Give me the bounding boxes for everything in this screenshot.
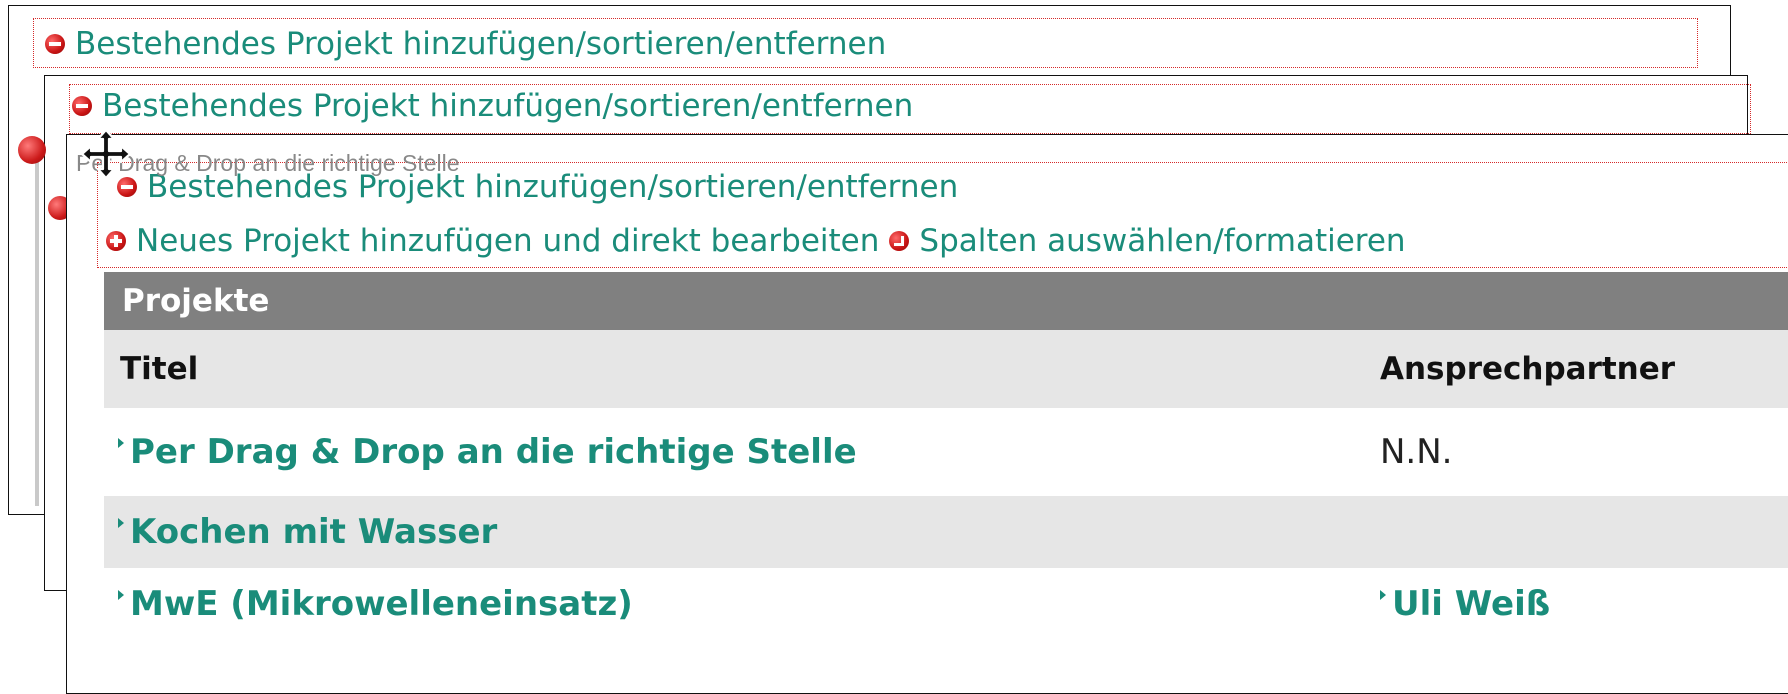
- minus-circle-icon: [45, 34, 65, 54]
- column-header-title[interactable]: Titel: [120, 330, 198, 408]
- row-contact-cell: N.N.: [1380, 408, 1452, 496]
- project-title-link[interactable]: Per Drag & Drop an die richtige Stelle: [130, 432, 857, 472]
- contact-text: N.N.: [1380, 432, 1453, 472]
- contact-link[interactable]: Uli Weiß: [1392, 584, 1550, 624]
- panel-title: Projekte: [104, 272, 1788, 330]
- row-title-cell: MwE (Mikrowelleneinsatz): [118, 568, 633, 640]
- row-title-cell: Kochen mit Wasser: [118, 496, 497, 568]
- row-contact-cell: Uli Weiß: [1380, 568, 1550, 640]
- link-triangle-icon: [1380, 590, 1386, 600]
- add-existing-project-label-back: Bestehendes Projekt hinzufügen/sortieren…: [75, 26, 887, 62]
- table-row: Per Drag & Drop an die richtige Stelle N…: [104, 408, 1788, 496]
- table-header: Titel Ansprechpartner: [104, 330, 1788, 408]
- plus-circle-icon: [106, 231, 126, 251]
- row-title-cell: Per Drag & Drop an die richtige Stelle: [118, 408, 857, 496]
- project-toolbar: Neues Projekt hinzufügen und direkt bear…: [106, 223, 1406, 259]
- move-cursor-icon: [80, 128, 132, 180]
- project-title-link[interactable]: MwE (Mikrowelleneinsatz): [130, 584, 633, 624]
- column-header-contact[interactable]: Ansprechpartner: [1380, 330, 1675, 408]
- minus-circle-icon: [72, 96, 92, 116]
- drag-ghost-label: Per Drag & Drop an die richtige Stelle: [76, 150, 460, 176]
- table-row: Kochen mit Wasser: [104, 496, 1788, 568]
- add-existing-project-label-middle: Bestehendes Projekt hinzufügen/sortieren…: [102, 88, 914, 124]
- link-triangle-icon: [118, 518, 124, 528]
- link-triangle-icon: [118, 590, 124, 600]
- select-columns-link[interactable]: Spalten auswählen/formatieren: [919, 223, 1405, 259]
- table-row: MwE (Mikrowelleneinsatz) Uli Weiß: [104, 568, 1788, 640]
- bullet-icon: [18, 136, 46, 164]
- minus-circle-icon: [117, 177, 137, 197]
- side-strip-back: [35, 146, 39, 506]
- add-existing-project-link-back[interactable]: Bestehendes Projekt hinzufügen/sortieren…: [45, 26, 886, 62]
- new-project-link[interactable]: Neues Projekt hinzufügen und direkt bear…: [136, 223, 879, 259]
- link-triangle-icon: [118, 438, 124, 448]
- project-title-link[interactable]: Kochen mit Wasser: [130, 512, 497, 552]
- add-existing-project-link-middle[interactable]: Bestehendes Projekt hinzufügen/sortieren…: [72, 88, 913, 124]
- arrow-circle-icon: [889, 231, 910, 251]
